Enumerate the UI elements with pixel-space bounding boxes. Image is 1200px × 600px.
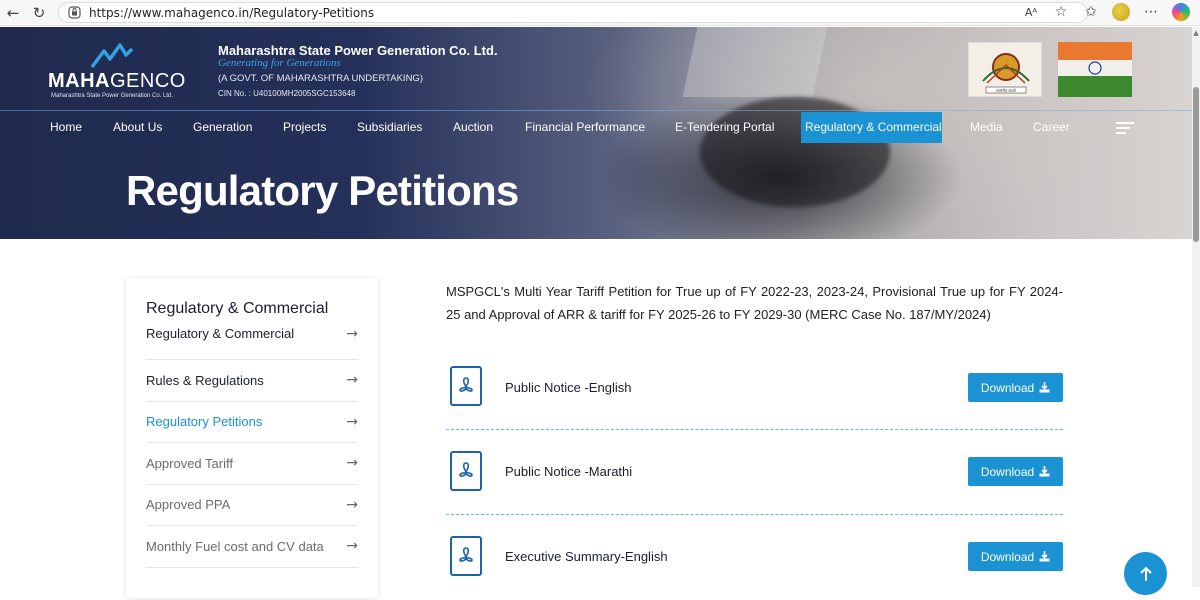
hero-banner: MAHAGENCO Maharashtra State Power Genera…	[0, 27, 1192, 239]
document-title: Public Notice -English	[505, 380, 632, 395]
hero-background-paper	[682, 27, 828, 97]
pdf-icon	[450, 451, 482, 491]
arrow-right-icon: →	[346, 455, 358, 472]
sidebar-item-label: Approved PPA	[146, 497, 231, 513]
download-icon	[1039, 551, 1050, 562]
logo-wordmark: MAHAGENCO	[48, 70, 186, 92]
arrow-right-icon: →	[346, 413, 358, 430]
sidebar-item-approved-tariff[interactable]: Approved Tariff →	[146, 443, 358, 485]
profile-avatar[interactable]	[1112, 3, 1130, 21]
row-divider	[446, 429, 1063, 430]
pdf-icon	[450, 536, 482, 576]
read-aloud-icon[interactable]: Aᴬ	[1022, 3, 1040, 21]
govt-undertaking: (A GOVT. OF MAHARASHTRA UNDERTAKING)	[218, 73, 423, 84]
sidebar-item-regulatory-petitions[interactable]: Regulatory Petitions →	[146, 402, 358, 443]
address-bar[interactable]: https://www.mahagenco.in/Regulatory-Peti…	[58, 2, 1088, 23]
logo-subtitle: Maharashtra State Power Generation Co. L…	[51, 93, 174, 99]
sidebar-item-regulatory-commercial[interactable]: Regulatory & Commercial →	[146, 326, 358, 360]
nav-career[interactable]: Career	[1029, 112, 1074, 143]
sidebar-item-approved-ppa[interactable]: Approved PPA →	[146, 485, 358, 526]
page-title: Regulatory Petitions	[126, 167, 519, 214]
state-emblem-image: सत्यमेव जयते	[968, 42, 1042, 97]
scroll-up-icon[interactable]: ▲	[1192, 29, 1200, 37]
favorites-icon[interactable]: ✩	[1082, 3, 1100, 21]
document-row: Executive Summary-English Download	[446, 516, 1063, 600]
refresh-icon[interactable]: ↻	[28, 2, 50, 24]
section-sidebar: Regulatory & Commercial Regulatory & Com…	[126, 278, 378, 598]
sidebar-item-label: Monthly Fuel cost and CV data	[146, 538, 324, 554]
arrow-right-icon: →	[346, 372, 358, 389]
logo-bolt-icon	[90, 43, 134, 69]
nav-generation[interactable]: Generation	[189, 112, 256, 143]
favorite-star-icon[interactable]: ☆	[1052, 3, 1070, 21]
document-row: Public Notice -English Download	[446, 346, 1063, 430]
arrow-up-icon	[1139, 566, 1152, 581]
sidebar-item-label: Regulatory Petitions	[146, 414, 263, 430]
browser-toolbar: ← ↻ https://www.mahagenco.in/Regulatory-…	[0, 0, 1200, 26]
sidebar-item-label: Regulatory & Commercial	[146, 326, 295, 341]
nav-media[interactable]: Media	[966, 112, 1007, 143]
download-icon	[1039, 466, 1050, 477]
document-title: Executive Summary-English	[505, 549, 668, 564]
main-navigation: Home About Us Generation Projects Subsid…	[0, 112, 1192, 143]
sidebar-item-rules-regulations[interactable]: Rules & Regulations →	[146, 360, 358, 402]
sidebar-item-label: Approved Tariff	[146, 455, 233, 471]
arrow-right-icon: →	[346, 496, 358, 513]
back-to-top-button[interactable]	[1124, 552, 1167, 595]
india-flag-image	[1058, 42, 1132, 97]
browser-actions: Aᴬ ☆ ✩ ⋯	[1022, 3, 1190, 21]
url-text: https://www.mahagenco.in/Regulatory-Peti…	[89, 5, 375, 20]
header-divider	[0, 110, 1192, 111]
nav-subsidiaries[interactable]: Subsidiaries	[353, 112, 426, 143]
download-button[interactable]: Download	[968, 373, 1063, 402]
svg-text:सत्यमेव जयते: सत्यमेव जयते	[996, 88, 1016, 93]
arrow-right-icon: →	[346, 538, 358, 555]
scroll-thumb[interactable]	[1193, 87, 1199, 242]
nav-regulatory-commercial[interactable]: Regulatory & Commercial	[801, 112, 942, 143]
more-menu-icon[interactable]: ⋯	[1142, 3, 1160, 21]
hamburger-menu-icon[interactable]	[1116, 122, 1134, 135]
page-scrollbar[interactable]: ▲	[1192, 27, 1200, 587]
nav-financial-performance[interactable]: Financial Performance	[521, 112, 649, 143]
download-button[interactable]: Download	[968, 457, 1063, 486]
nav-auction[interactable]: Auction	[449, 112, 497, 143]
company-tagline: Generating for Generations	[218, 57, 341, 69]
nav-about-us[interactable]: About Us	[109, 112, 166, 143]
nav-e-tendering-portal[interactable]: E-Tendering Portal	[671, 112, 778, 143]
company-info: Maharashtra State Power Generation Co. L…	[218, 43, 498, 98]
row-divider	[446, 514, 1063, 515]
download-icon	[1039, 382, 1050, 393]
cin-number: CIN No. : U40100MH2005SGC153648	[218, 89, 356, 98]
petition-description: MSPGCL's Multi Year Tariff Petition for …	[446, 284, 1063, 322]
sidebar-item-label: Rules & Regulations	[146, 372, 264, 388]
arrow-right-icon: →	[346, 326, 358, 342]
document-title: Public Notice -Marathi	[505, 464, 633, 479]
pdf-icon	[450, 366, 482, 406]
copilot-icon[interactable]	[1172, 3, 1190, 21]
sidebar-title: Regulatory & Commercial	[146, 300, 329, 317]
company-name: Maharashtra State Power Generation Co. L…	[218, 43, 498, 58]
nav-home[interactable]: Home	[46, 112, 86, 143]
download-button[interactable]: Download	[968, 542, 1063, 571]
document-row: Public Notice -Marathi Download	[446, 431, 1063, 515]
nav-projects[interactable]: Projects	[279, 112, 330, 143]
back-icon[interactable]: ←	[2, 2, 24, 24]
sidebar-item-monthly-fuel-cost[interactable]: Monthly Fuel cost and CV data →	[146, 526, 358, 568]
mahagenco-logo[interactable]: MAHAGENCO Maharashtra State Power Genera…	[48, 43, 185, 103]
site-info-icon[interactable]	[67, 6, 81, 20]
